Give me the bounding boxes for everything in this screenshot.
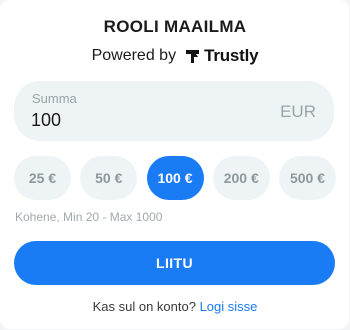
amount-label: Summa — [32, 91, 77, 106]
preset-amount-200[interactable]: 200 € — [212, 156, 270, 200]
amount-input[interactable] — [31, 110, 231, 131]
preset-amount-100[interactable]: 100 € — [146, 156, 204, 200]
page-title: ROOLI MAAILMA — [103, 17, 247, 36]
powered-by-text: Powered by — [91, 47, 177, 64]
preset-amount-50[interactable]: 50 € — [80, 156, 138, 200]
powered-by-row: Powered by Trustly — [0, 45, 350, 67]
trustly-brand-name: Trustly — [204, 46, 259, 65]
trustly-logo: Trustly — [186, 46, 259, 66]
limits-text: Kohene, Min 20 - Max 1000 — [15, 210, 163, 224]
deposit-card: ROOLI MAAILMA Powered by Trustly Summa E… — [0, 0, 349, 329]
currency-label: EUR — [280, 102, 316, 121]
login-link[interactable]: Logi sisse — [200, 299, 258, 314]
login-row: Kas sul on konto? Logi sisse — [0, 299, 350, 314]
trustly-logo-icon — [186, 49, 200, 63]
login-prompt: Kas sul on konto? — [92, 299, 196, 314]
amount-field[interactable]: Summa EUR — [14, 81, 334, 141]
preset-amount-25[interactable]: 25 € — [14, 156, 71, 200]
preset-amount-500[interactable]: 500 € — [279, 156, 336, 200]
deposit-button[interactable]: LIITU — [14, 241, 335, 285]
preset-amounts: 25 € 50 € 100 € 200 € 500 € — [14, 156, 336, 200]
